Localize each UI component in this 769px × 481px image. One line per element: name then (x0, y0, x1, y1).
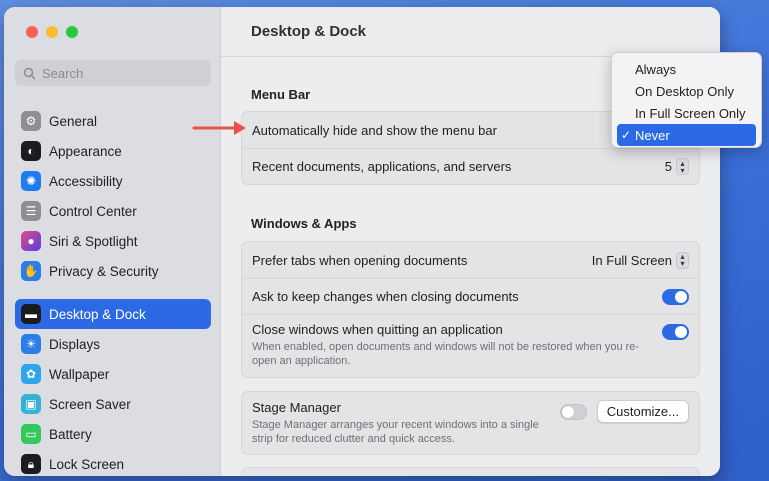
next-group (241, 467, 700, 476)
prefer-tabs-label: Prefer tabs when opening documents (252, 252, 468, 268)
stage-manager-row: Stage Manager Stage Manager arranges you… (242, 392, 699, 454)
recent-items-value: 5 (664, 159, 672, 174)
control-center-icon: ☰ (21, 201, 41, 221)
sidebar-item-label: Lock Screen (49, 456, 125, 472)
zoom-window-button[interactable] (66, 26, 78, 38)
annotation-arrow (192, 121, 246, 135)
close-window-button[interactable] (26, 26, 38, 38)
appearance-icon: ◐ (21, 141, 41, 161)
close-windows-row: Close windows when quitting an applicati… (242, 314, 699, 377)
sidebar-item-desktop-dock[interactable]: ▬ Desktop & Dock (15, 299, 211, 329)
stage-manager-toggle[interactable] (559, 403, 587, 420)
sidebar-item-label: General (49, 113, 98, 129)
siri-icon: ● (21, 231, 41, 251)
recent-items-row: Recent documents, applications, and serv… (242, 148, 699, 184)
sidebar-item-siri-spotlight[interactable]: ● Siri & Spotlight (15, 226, 211, 256)
search-input[interactable]: Search (15, 60, 211, 86)
lock-icon: 🔒︎ (21, 454, 41, 474)
checkmark-icon: ✓ (621, 128, 632, 142)
recent-items-label: Recent documents, applications, and serv… (252, 159, 512, 174)
window-controls (26, 26, 78, 38)
sidebar-item-label: Siri & Spotlight (49, 233, 138, 249)
prefer-tabs-row: Prefer tabs when opening documents In Fu… (242, 242, 699, 278)
search-placeholder: Search (42, 65, 84, 81)
sidebar-item-label: Appearance (49, 143, 122, 159)
sidebar-item-label: Battery (49, 426, 92, 442)
sidebar-item-label: Displays (49, 336, 101, 352)
sidebar-item-wallpaper[interactable]: ✿ Wallpaper (15, 359, 211, 389)
recent-items-select[interactable]: 5 ▴ ▾ (665, 158, 689, 175)
sidebar-item-appearance[interactable]: ◐ Appearance (15, 136, 211, 166)
sidebar: Search ⚙ General ◐ Appearance ✺ Accessib… (4, 7, 221, 476)
screen-saver-icon: ▣ (21, 394, 41, 414)
sidebar-item-battery[interactable]: ▭ Battery (15, 419, 211, 449)
wallpaper-icon: ✿ (21, 364, 41, 384)
stage-manager-description: Stage Manager arranges your recent windo… (252, 419, 539, 445)
sidebar-item-label: Accessibility (49, 173, 123, 189)
sun-icon: ☀ (21, 334, 41, 354)
sidebar-item-privacy-security[interactable]: ✋ Privacy & Security (15, 256, 211, 286)
chevron-up-down-icon: ▴ ▾ (676, 158, 689, 175)
sidebar-item-label: Desktop & Dock (49, 306, 146, 322)
sidebar-item-screen-saver[interactable]: ▣ Screen Saver (15, 389, 211, 419)
sidebar-item-accessibility[interactable]: ✺ Accessibility (15, 166, 211, 196)
menu-bar-hide-dropdown: Always On Desktop Only In Full Screen On… (611, 52, 762, 148)
dock-icon: ▬ (21, 304, 41, 324)
auto-hide-menu-bar-label: Automatically hide and show the menu bar (252, 122, 497, 138)
dropdown-option-never[interactable]: ✓ Never (617, 124, 756, 146)
sidebar-item-label: Wallpaper (49, 366, 110, 382)
dropdown-option-in-full-screen-only[interactable]: In Full Screen Only (617, 102, 756, 124)
sidebar-item-general[interactable]: ⚙ General (15, 106, 211, 136)
hand-icon: ✋ (21, 261, 41, 281)
close-windows-toggle[interactable] (662, 324, 689, 340)
sidebar-item-label: Privacy & Security (49, 263, 159, 279)
close-windows-description: When enabled, open documents and windows… (252, 341, 640, 367)
sidebar-list: ⚙ General ◐ Appearance ✺ Accessibility ☰… (15, 106, 211, 476)
chevron-up-down-icon: ▴ ▾ (676, 251, 689, 269)
ask-keep-changes-toggle[interactable] (662, 288, 689, 305)
section-title-menu-bar: Menu Bar (251, 87, 311, 102)
ask-keep-changes-row: Ask to keep changes when closing documen… (242, 278, 699, 314)
stage-manager-label: Stage Manager (252, 400, 341, 415)
windows-apps-group: Prefer tabs when opening documents In Fu… (241, 241, 700, 378)
customize-button[interactable]: Customize... (596, 400, 689, 423)
sidebar-item-lock-screen[interactable]: 🔒︎ Lock Screen (15, 449, 211, 476)
gear-icon: ⚙ (21, 111, 41, 131)
minimize-window-button[interactable] (46, 26, 58, 38)
sidebar-item-label: Screen Saver (49, 396, 131, 412)
sidebar-item-label: Control Center (49, 203, 137, 219)
stage-manager-group: Stage Manager Stage Manager arranges you… (241, 391, 700, 455)
page-title: Desktop & Dock (221, 7, 720, 57)
sidebar-item-control-center[interactable]: ☰ Control Center (15, 196, 211, 226)
dropdown-option-always[interactable]: Always (617, 58, 756, 80)
accessibility-icon: ✺ (21, 171, 41, 191)
section-title-windows-apps: Windows & Apps (251, 216, 357, 231)
sidebar-item-displays[interactable]: ☀ Displays (15, 329, 211, 359)
ask-keep-changes-label: Ask to keep changes when closing documen… (252, 289, 519, 304)
close-windows-label: Close windows when quitting an applicati… (252, 322, 503, 337)
search-icon (23, 67, 36, 80)
prefer-tabs-value: In Full Screen (591, 252, 672, 268)
prefer-tabs-select[interactable]: In Full Screen ▴ ▾ (591, 251, 689, 269)
dropdown-option-on-desktop-only[interactable]: On Desktop Only (617, 80, 756, 102)
battery-icon: ▭ (21, 424, 41, 444)
